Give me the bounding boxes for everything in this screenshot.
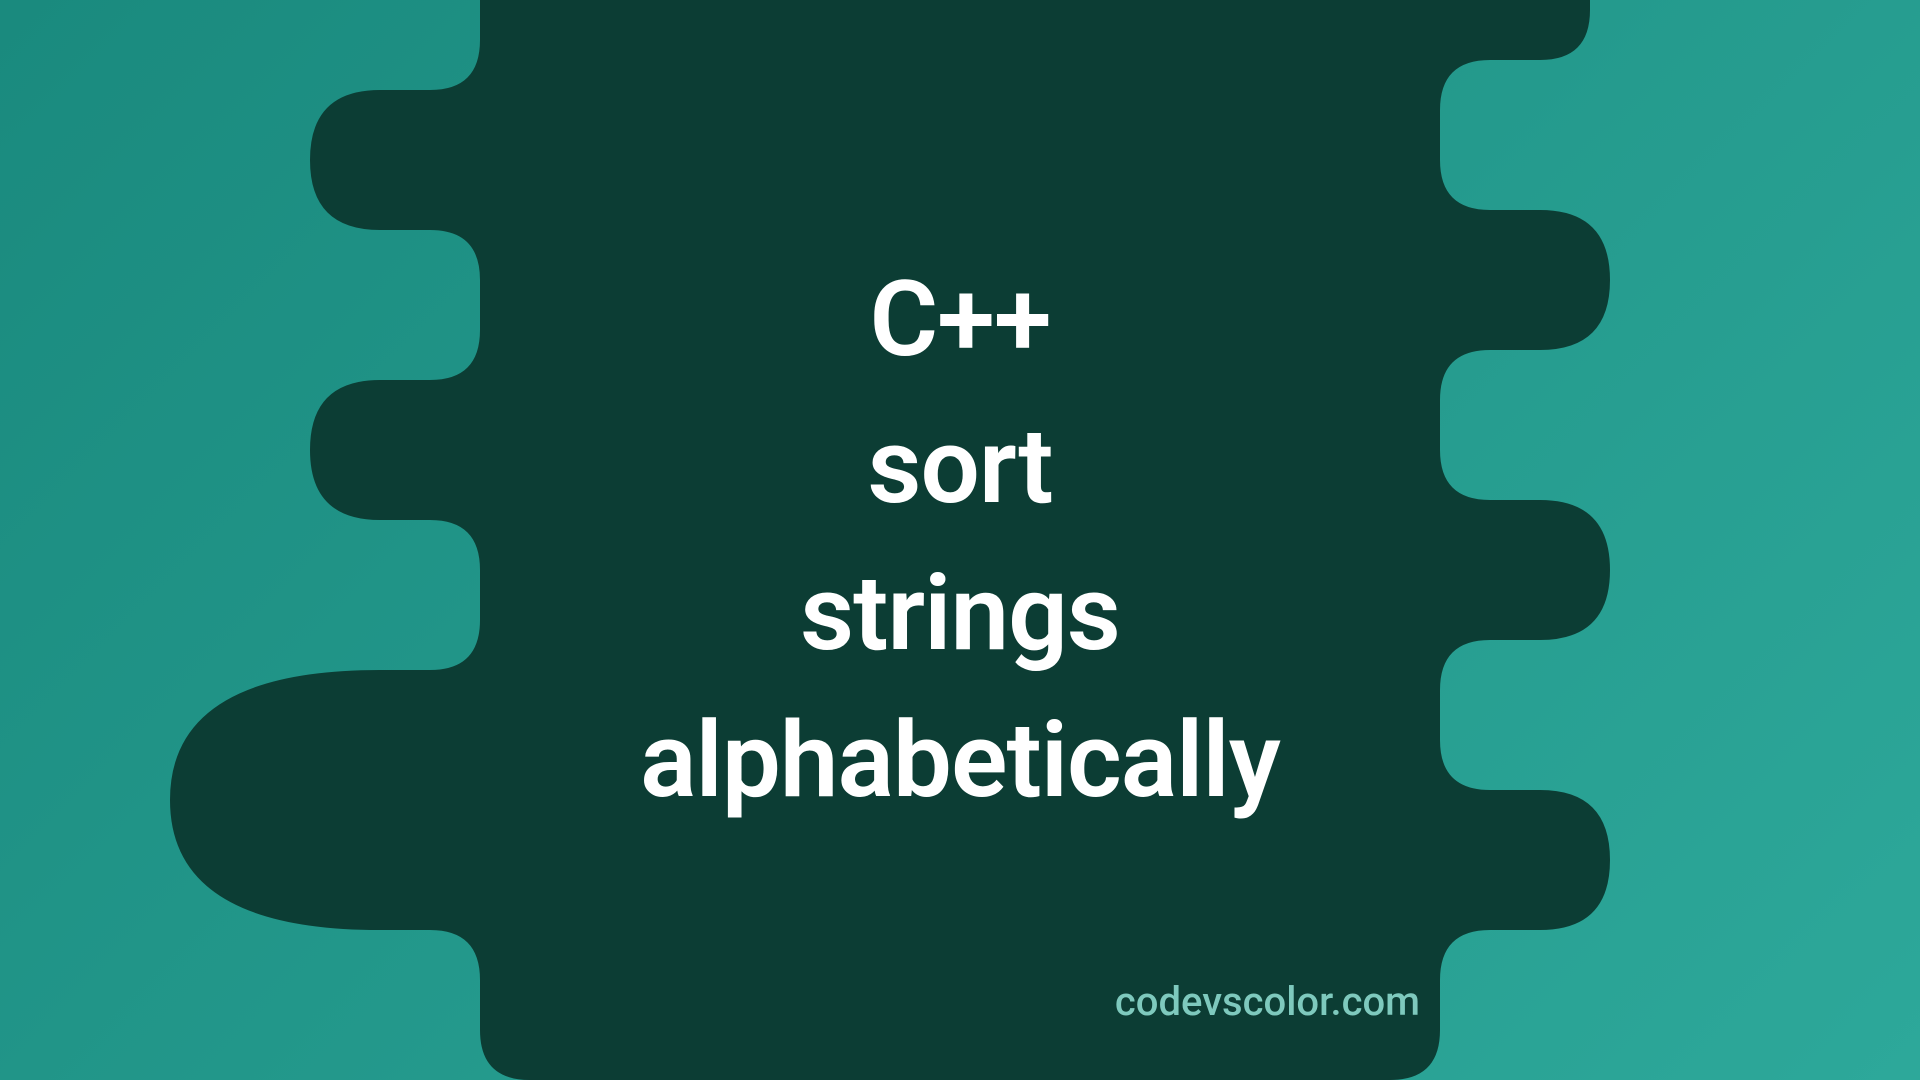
title-line-3: strings: [640, 540, 1280, 687]
title-line-4: alphabetically: [640, 687, 1280, 834]
title-text-block: C++ sort strings alphabetically: [640, 246, 1280, 834]
title-line-2: sort: [640, 393, 1280, 540]
title-line-1: C++: [640, 246, 1280, 393]
watermark-text: codevscolor.com: [1115, 978, 1420, 1025]
